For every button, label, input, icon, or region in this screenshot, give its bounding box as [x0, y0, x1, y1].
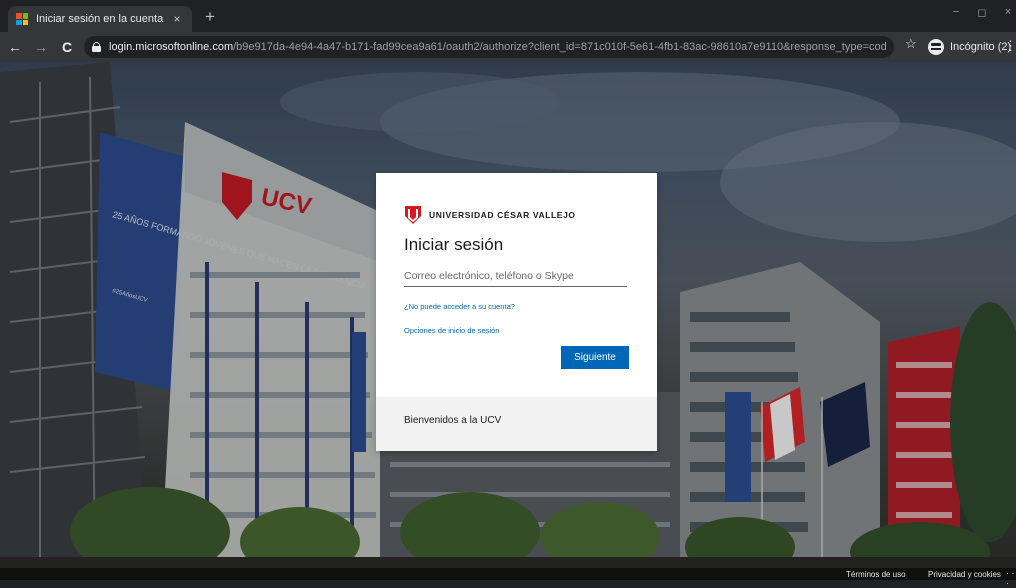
maximize-icon[interactable]: ◻ [972, 6, 992, 19]
login-form-area: UNIVERSIDAD CÉSAR VALLEJO Iniciar sesión… [376, 173, 657, 397]
browser-menu-icon[interactable]: ⋮ [1004, 38, 1016, 54]
next-button[interactable]: Siguiente [561, 346, 629, 369]
new-tab-button[interactable]: + [200, 8, 220, 26]
browser-tab[interactable]: Iniciar sesión en la cuenta × [8, 6, 192, 32]
url-host: login.microsoftonline.com [109, 41, 234, 53]
bookmark-star-icon[interactable]: ☆ [905, 36, 917, 52]
browser-titlebar: Iniciar sesión en la cuenta × + − ◻ × [0, 0, 1016, 32]
cant-access-account-link[interactable]: ¿No puede acceder a su cuenta? [404, 302, 515, 311]
close-window-icon[interactable]: × [998, 6, 1016, 18]
browser-toolbar: ← → C login.microsoftonline.com/b9e917da… [0, 32, 1016, 62]
signin-options-link[interactable]: Opciones de inicio de sesión [404, 326, 499, 335]
close-tab-icon[interactable]: × [170, 12, 184, 26]
incognito-indicator[interactable]: Incógnito (2) [928, 36, 1011, 58]
microsoft-logo-icon [16, 13, 28, 25]
login-card: UNIVERSIDAD CÉSAR VALLEJO Iniciar sesión… [376, 173, 657, 451]
tab-title: Iniciar sesión en la cuenta [36, 13, 164, 25]
back-arrow-icon[interactable]: ← [4, 39, 26, 55]
incognito-icon [928, 39, 944, 55]
ucv-shield-icon [405, 206, 421, 224]
address-bar[interactable]: login.microsoftonline.com/b9e917da-4e94-… [84, 36, 894, 58]
minimize-icon[interactable]: − [946, 6, 966, 18]
terms-link[interactable]: Términos de uso [846, 570, 906, 579]
signin-title: Iniciar sesión [404, 235, 504, 254]
incognito-label: Incógnito (2) [950, 41, 1012, 53]
url-text[interactable]: login.microsoftonline.com/b9e917da-4e94-… [109, 41, 886, 53]
forward-arrow-icon[interactable]: → [30, 39, 52, 55]
ucv-logo: UNIVERSIDAD CÉSAR VALLEJO [404, 205, 576, 225]
lock-icon[interactable] [92, 42, 101, 52]
reload-icon[interactable]: C [56, 39, 78, 55]
brand-name: UNIVERSIDAD CÉSAR VALLEJO [429, 210, 576, 220]
email-input[interactable] [404, 265, 627, 287]
privacy-link[interactable]: Privacidad y cookies [928, 570, 1001, 579]
more-options-icon[interactable]: · · · [1006, 568, 1016, 588]
welcome-text: Bienvenidos a la UCV [404, 415, 502, 426]
url-path: /b9e917da-4e94-4a47-b171-fad99cea9a61/oa… [233, 41, 886, 53]
